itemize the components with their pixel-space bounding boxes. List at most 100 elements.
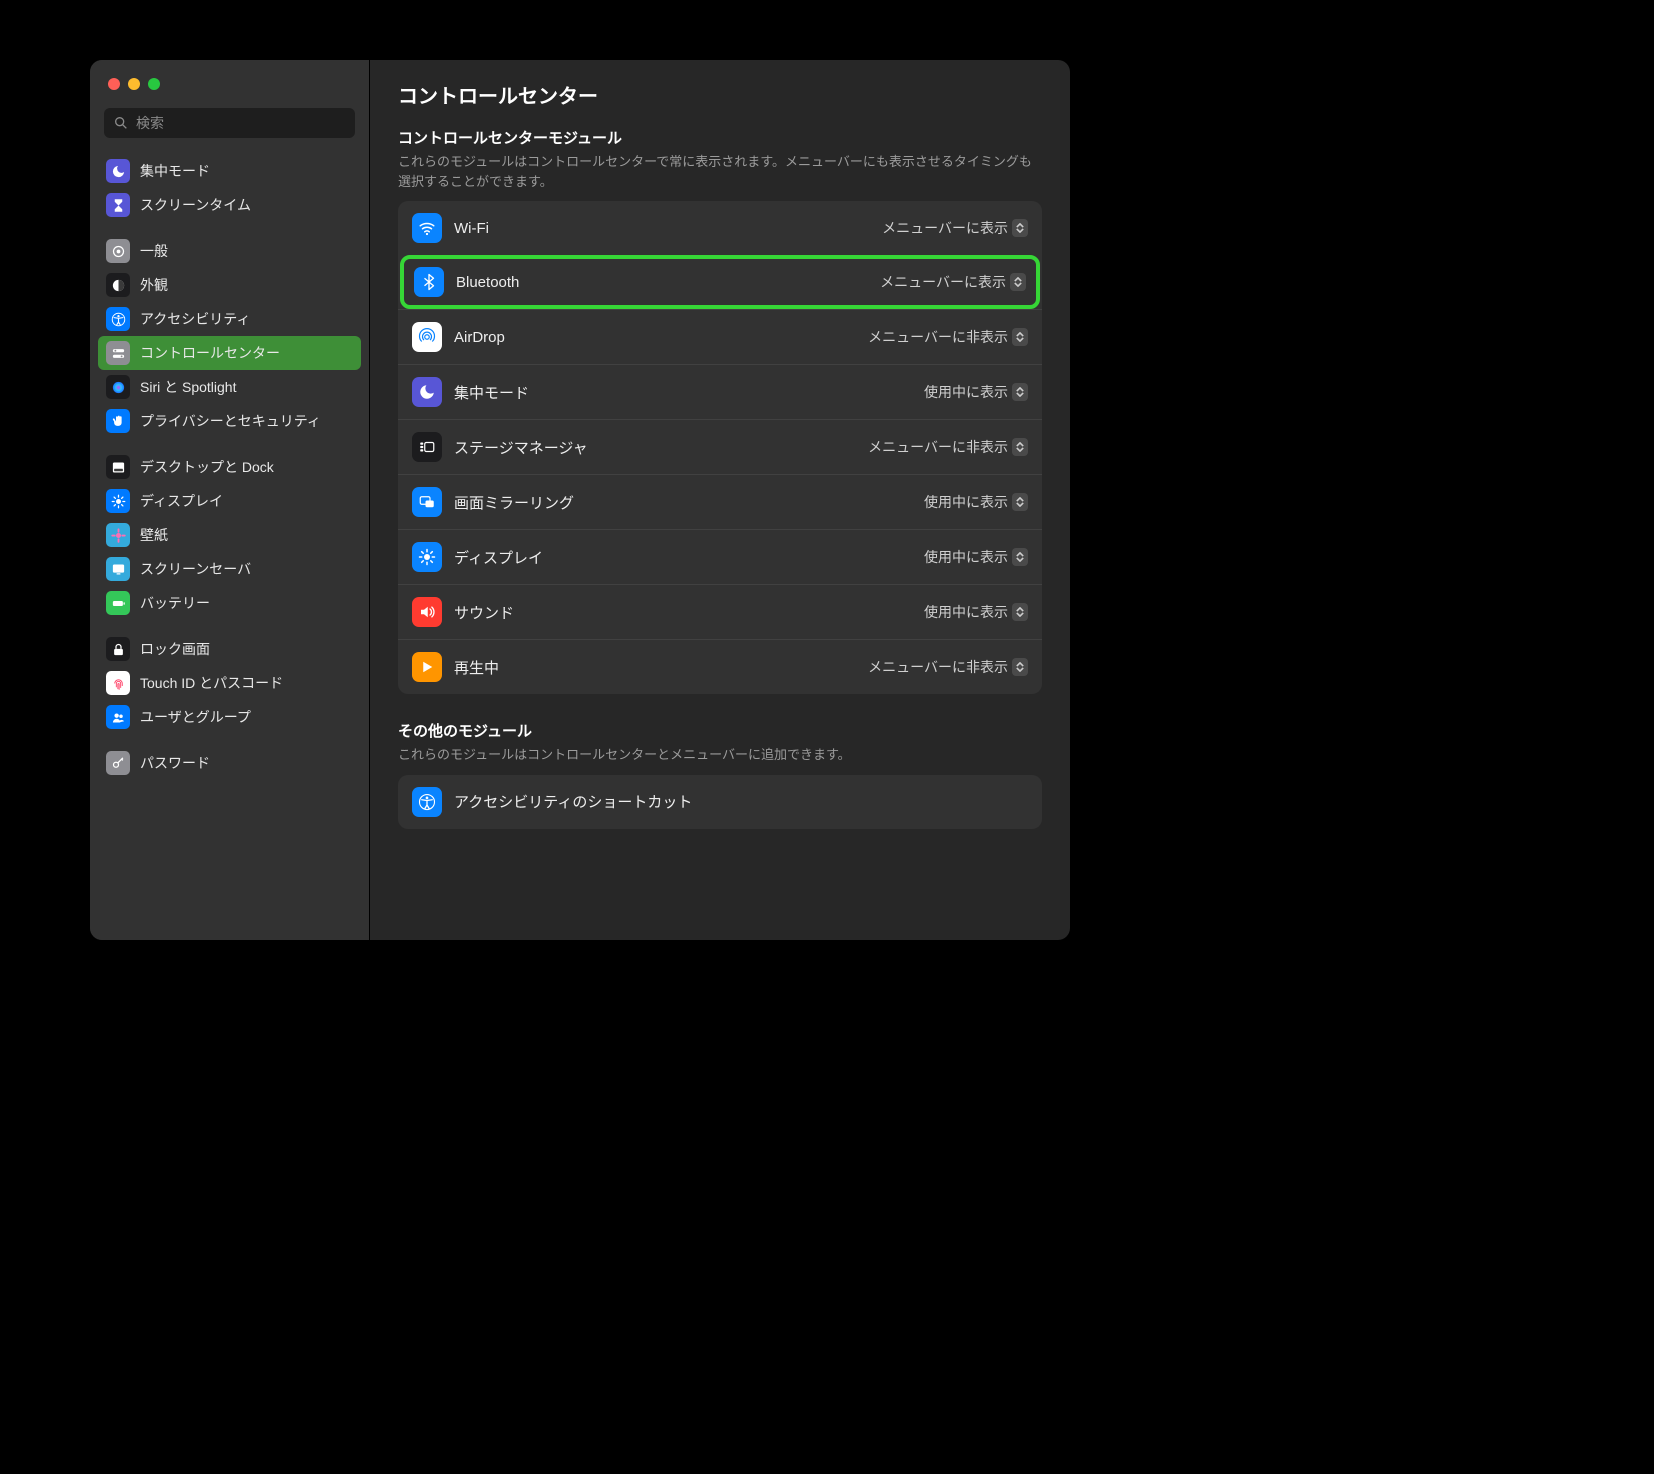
module-popup[interactable]: メニューバーに非表示 (868, 327, 1028, 347)
module-label: アクセシビリティのショートカット (454, 791, 1028, 812)
users-icon (106, 705, 130, 729)
module-popup-value: メニューバーに非表示 (868, 657, 1008, 677)
sidebar-item[interactable]: 集中モード (98, 154, 361, 188)
chevron-updown-icon (1012, 658, 1028, 676)
sidebar-item[interactable]: ディスプレイ (98, 484, 361, 518)
sidebar-item[interactable]: バッテリー (98, 586, 361, 620)
sidebar-item[interactable]: コントロールセンター (98, 336, 361, 370)
module-popup[interactable]: 使用中に表示 (924, 602, 1028, 622)
module-popup-value: メニューバーに表示 (882, 218, 1008, 238)
sidebar-item-label: 外観 (140, 275, 168, 295)
chevron-updown-icon (1012, 493, 1028, 511)
main-pane: コントロールセンター コントロールセンターモジュールこれらのモジュールはコントロ… (370, 60, 1070, 940)
battery-icon (106, 591, 130, 615)
gear-icon (106, 239, 130, 263)
section-subtitle: これらのモジュールはコントロールセンターとメニューバーに追加できます。 (398, 745, 1042, 765)
sidebar-item[interactable]: ロック画面 (98, 632, 361, 666)
toggles-icon (106, 341, 130, 365)
sidebar-item-label: コントロールセンター (140, 343, 280, 363)
sidebar-item[interactable]: 壁紙 (98, 518, 361, 552)
sidebar-item[interactable]: 外観 (98, 268, 361, 302)
module-popup-value: メニューバーに非表示 (868, 437, 1008, 457)
sidebar-item-label: 壁紙 (140, 525, 168, 545)
module-popup-value: 使用中に表示 (924, 382, 1008, 402)
sidebar-item-label: Touch ID とパスコード (140, 673, 283, 693)
sidebar-item-label: ディスプレイ (140, 491, 223, 511)
module-row: 画面ミラーリング使用中に表示 (398, 474, 1042, 529)
module-list: Wi-Fi メニューバーに表示 Bluetooth メニューバーに表示 AirDrop メ… (398, 201, 1042, 694)
module-row: Wi-Fi メニューバーに表示 (398, 201, 1042, 255)
module-row: アクセシビリティのショートカット (398, 775, 1042, 829)
appearance-icon (106, 273, 130, 297)
module-row: 集中モード使用中に表示 (398, 364, 1042, 419)
sidebar-item[interactable]: 一般 (98, 234, 361, 268)
settings-window: 集中モードスクリーンタイム一般外観アクセシビリティコントロールセンターSiri … (90, 60, 1070, 940)
sidebar-item-label: プライバシーとセキュリティ (140, 411, 321, 431)
module-popup-value: 使用中に表示 (924, 602, 1008, 622)
wifi-icon (412, 213, 442, 243)
lock-icon (106, 637, 130, 661)
mirror-icon (412, 487, 442, 517)
sidebar-item-label: バッテリー (140, 593, 210, 613)
minimize-window-button[interactable] (128, 78, 140, 90)
sidebar-item-label: 一般 (140, 241, 168, 261)
module-popup[interactable]: 使用中に表示 (924, 547, 1028, 567)
sidebar-item[interactable]: ユーザとグループ (98, 700, 361, 734)
sidebar-item[interactable]: パスワード (98, 746, 361, 780)
module-row: サウンド使用中に表示 (398, 584, 1042, 639)
chevron-updown-icon (1012, 548, 1028, 566)
siri-icon (106, 375, 130, 399)
accessibility-icon (106, 307, 130, 331)
sidebar-item[interactable]: Siri と Spotlight (98, 370, 361, 404)
sound-icon (412, 597, 442, 627)
module-popup[interactable]: 使用中に表示 (924, 492, 1028, 512)
sidebar-item-label: Siri と Spotlight (140, 377, 236, 397)
module-label: 集中モード (454, 382, 912, 403)
zoom-window-button[interactable] (148, 78, 160, 90)
play-icon (412, 652, 442, 682)
sidebar-item-label: デスクトップと Dock (140, 457, 274, 477)
chevron-updown-icon (1012, 219, 1028, 237)
sidebar-item[interactable]: アクセシビリティ (98, 302, 361, 336)
moon-icon (106, 159, 130, 183)
section-title: コントロールセンターモジュール (398, 127, 1042, 148)
module-label: ディスプレイ (454, 547, 912, 568)
module-label: AirDrop (454, 329, 856, 346)
wallpaper-icon (106, 523, 130, 547)
chevron-updown-icon (1010, 273, 1026, 291)
sidebar-item[interactable]: Touch ID とパスコード (98, 666, 361, 700)
module-popup[interactable]: メニューバーに表示 (882, 218, 1028, 238)
chevron-updown-icon (1012, 328, 1028, 346)
module-label: Wi-Fi (454, 220, 870, 237)
page-title: コントロールセンター (398, 80, 1042, 109)
sidebar-item[interactable]: プライバシーとセキュリティ (98, 404, 361, 438)
module-popup-value: 使用中に表示 (924, 492, 1008, 512)
module-label: Bluetooth (456, 274, 868, 291)
bluetooth-icon (414, 267, 444, 297)
module-label: 画面ミラーリング (454, 492, 912, 513)
chevron-updown-icon (1012, 383, 1028, 401)
search-field (104, 108, 355, 138)
module-row: ディスプレイ使用中に表示 (398, 529, 1042, 584)
module-list: アクセシビリティのショートカット (398, 775, 1042, 829)
module-label: ステージマネージャ (454, 437, 856, 458)
key-icon (106, 751, 130, 775)
module-popup[interactable]: メニューバーに表示 (880, 272, 1026, 292)
hand-icon (106, 409, 130, 433)
module-popup-value: 使用中に表示 (924, 547, 1008, 567)
module-popup[interactable]: メニューバーに非表示 (868, 437, 1028, 457)
sidebar-item[interactable]: スクリーンタイム (98, 188, 361, 222)
search-input[interactable] (104, 108, 355, 138)
sidebar-item-label: ロック画面 (140, 639, 210, 659)
module-popup-value: メニューバーに非表示 (868, 327, 1008, 347)
sidebar-item[interactable]: スクリーンセーバ (98, 552, 361, 586)
airdrop-icon (412, 322, 442, 352)
sidebar-item[interactable]: デスクトップと Dock (98, 450, 361, 484)
module-popup[interactable]: 使用中に表示 (924, 382, 1028, 402)
sidebar-item-label: スクリーンタイム (140, 195, 251, 215)
sidebar-item-label: ユーザとグループ (140, 707, 251, 727)
accessibility-icon (412, 787, 442, 817)
module-popup[interactable]: メニューバーに非表示 (868, 657, 1028, 677)
close-window-button[interactable] (108, 78, 120, 90)
module-row: AirDrop メニューバーに非表示 (398, 309, 1042, 364)
